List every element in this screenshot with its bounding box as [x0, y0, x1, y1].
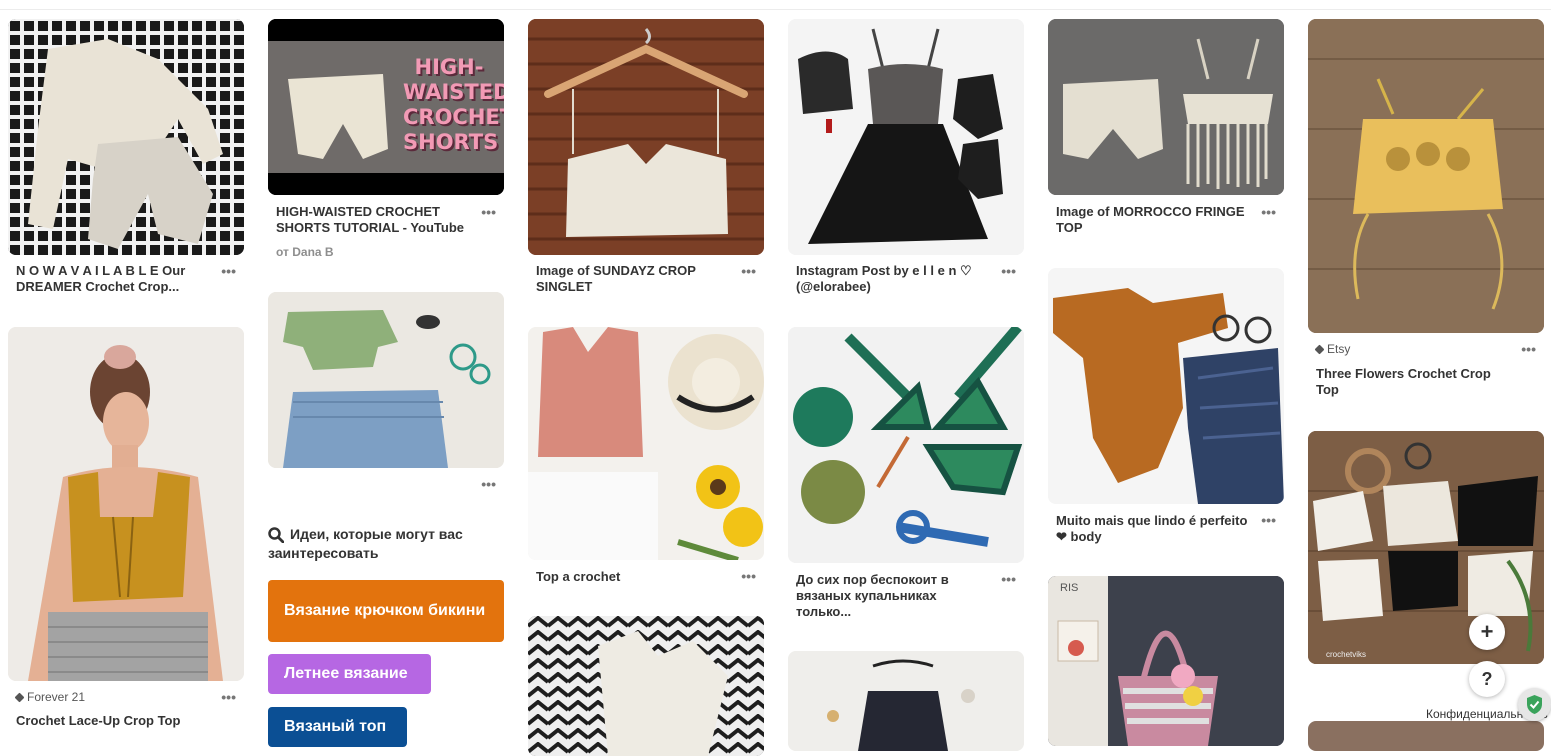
idea-chip-crochet-bikini[interactable]: Вязание крючком бикини [268, 580, 504, 642]
more-options-button[interactable]: ••• [1261, 204, 1276, 220]
pin-image-sundayz-singlet[interactable] [528, 19, 764, 255]
pin-caption[interactable]: Three Flowers Crochet Crop Top [1316, 366, 1516, 398]
more-options-button[interactable]: ••• [1001, 571, 1016, 587]
more-options-button[interactable]: ••• [1261, 512, 1276, 528]
pin-image-lace-up-top[interactable] [8, 327, 244, 681]
search-icon [268, 527, 284, 544]
pin-image-striped-bag[interactable]: RIS [1048, 576, 1284, 746]
more-options-button[interactable]: ••• [741, 568, 756, 584]
pin-caption[interactable]: HIGH-WAISTED CROCHET SHORTS TUTORIAL - Y… [276, 204, 476, 236]
source-label: Forever 21 [27, 690, 86, 704]
idea-chip-summer-knitting[interactable]: Летнее вязание [268, 654, 431, 694]
source-label: Etsy [1327, 342, 1351, 356]
pin-source[interactable]: Forever 21 [14, 690, 86, 704]
pin-caption[interactable]: Image of SUNDAYZ CROP SINGLET [536, 263, 736, 295]
pin-image-green-bikini[interactable] [788, 327, 1024, 563]
pin-caption[interactable]: Instagram Post by e l l e n ♡ (@elorabee… [796, 263, 996, 295]
pin-image-next[interactable] [1308, 721, 1544, 751]
pin-image-video-shorts[interactable]: HIGH- WAISTED CROCHET SHORTS [268, 19, 504, 195]
pin-caption[interactable]: N O W A V A I L A B L E Our DREAMER Croc… [16, 263, 216, 295]
pin-image-three-flowers-top[interactable] [1308, 19, 1544, 333]
pin-caption[interactable]: Muito mais que lindo é perfeito ❤ body [1056, 513, 1256, 545]
more-options-button[interactable]: ••• [481, 476, 496, 492]
pin-image-mustard-body[interactable] [1048, 268, 1284, 504]
more-options-button[interactable]: ••• [741, 263, 756, 279]
pin-image-dreamer-set[interactable] [8, 19, 244, 255]
ideas-heading: Идеи, которые могут вас заинтересовать [268, 526, 463, 561]
pin-image-top-crochet[interactable] [528, 327, 764, 560]
pin-caption[interactable]: Top a crochet [536, 569, 736, 585]
idea-chip-knit-top[interactable]: Вязаный топ [268, 707, 407, 747]
pin-image-halter-top[interactable] [788, 651, 1024, 751]
more-options-button[interactable]: ••• [221, 263, 236, 279]
help-button[interactable]: ? [1469, 661, 1505, 697]
pin-image-crochetviks-set[interactable]: crochetviks [1308, 431, 1544, 664]
pin-caption[interactable]: Crochet Lace-Up Crop Top [16, 713, 216, 729]
pin-source[interactable]: Etsy [1314, 342, 1351, 356]
pin-author[interactable]: от Dana B [276, 245, 334, 259]
ideas-section: Идеи, которые могут вас заинтересовать [268, 525, 504, 563]
pin-image-green-top[interactable] [268, 292, 504, 468]
more-options-button[interactable]: ••• [1521, 341, 1536, 357]
more-options-button[interactable]: ••• [481, 204, 496, 220]
tag-icon [14, 692, 25, 702]
shield-check-icon[interactable] [1518, 688, 1551, 721]
pin-caption[interactable]: До сих пор беспокоит в вязаных купальник… [796, 572, 966, 620]
more-options-button[interactable]: ••• [221, 689, 236, 705]
poster-text: RIS [1060, 582, 1079, 594]
watermark: crochetviks [1326, 650, 1367, 659]
pin-caption[interactable]: Image of MORROCCO FRINGE TOP [1056, 204, 1256, 236]
pin-image-morrocco-fringe[interactable] [1048, 19, 1284, 195]
tag-icon [1314, 344, 1325, 354]
add-pin-button[interactable]: + [1469, 614, 1505, 650]
video-title-overlay: HIGH- WAISTED CROCHET SHORTS [403, 55, 504, 154]
more-options-button[interactable]: ••• [1001, 263, 1016, 279]
top-divider [0, 9, 1551, 10]
pin-image-instagram-outfit[interactable] [788, 19, 1024, 255]
pin-image-white-top[interactable] [528, 616, 764, 756]
